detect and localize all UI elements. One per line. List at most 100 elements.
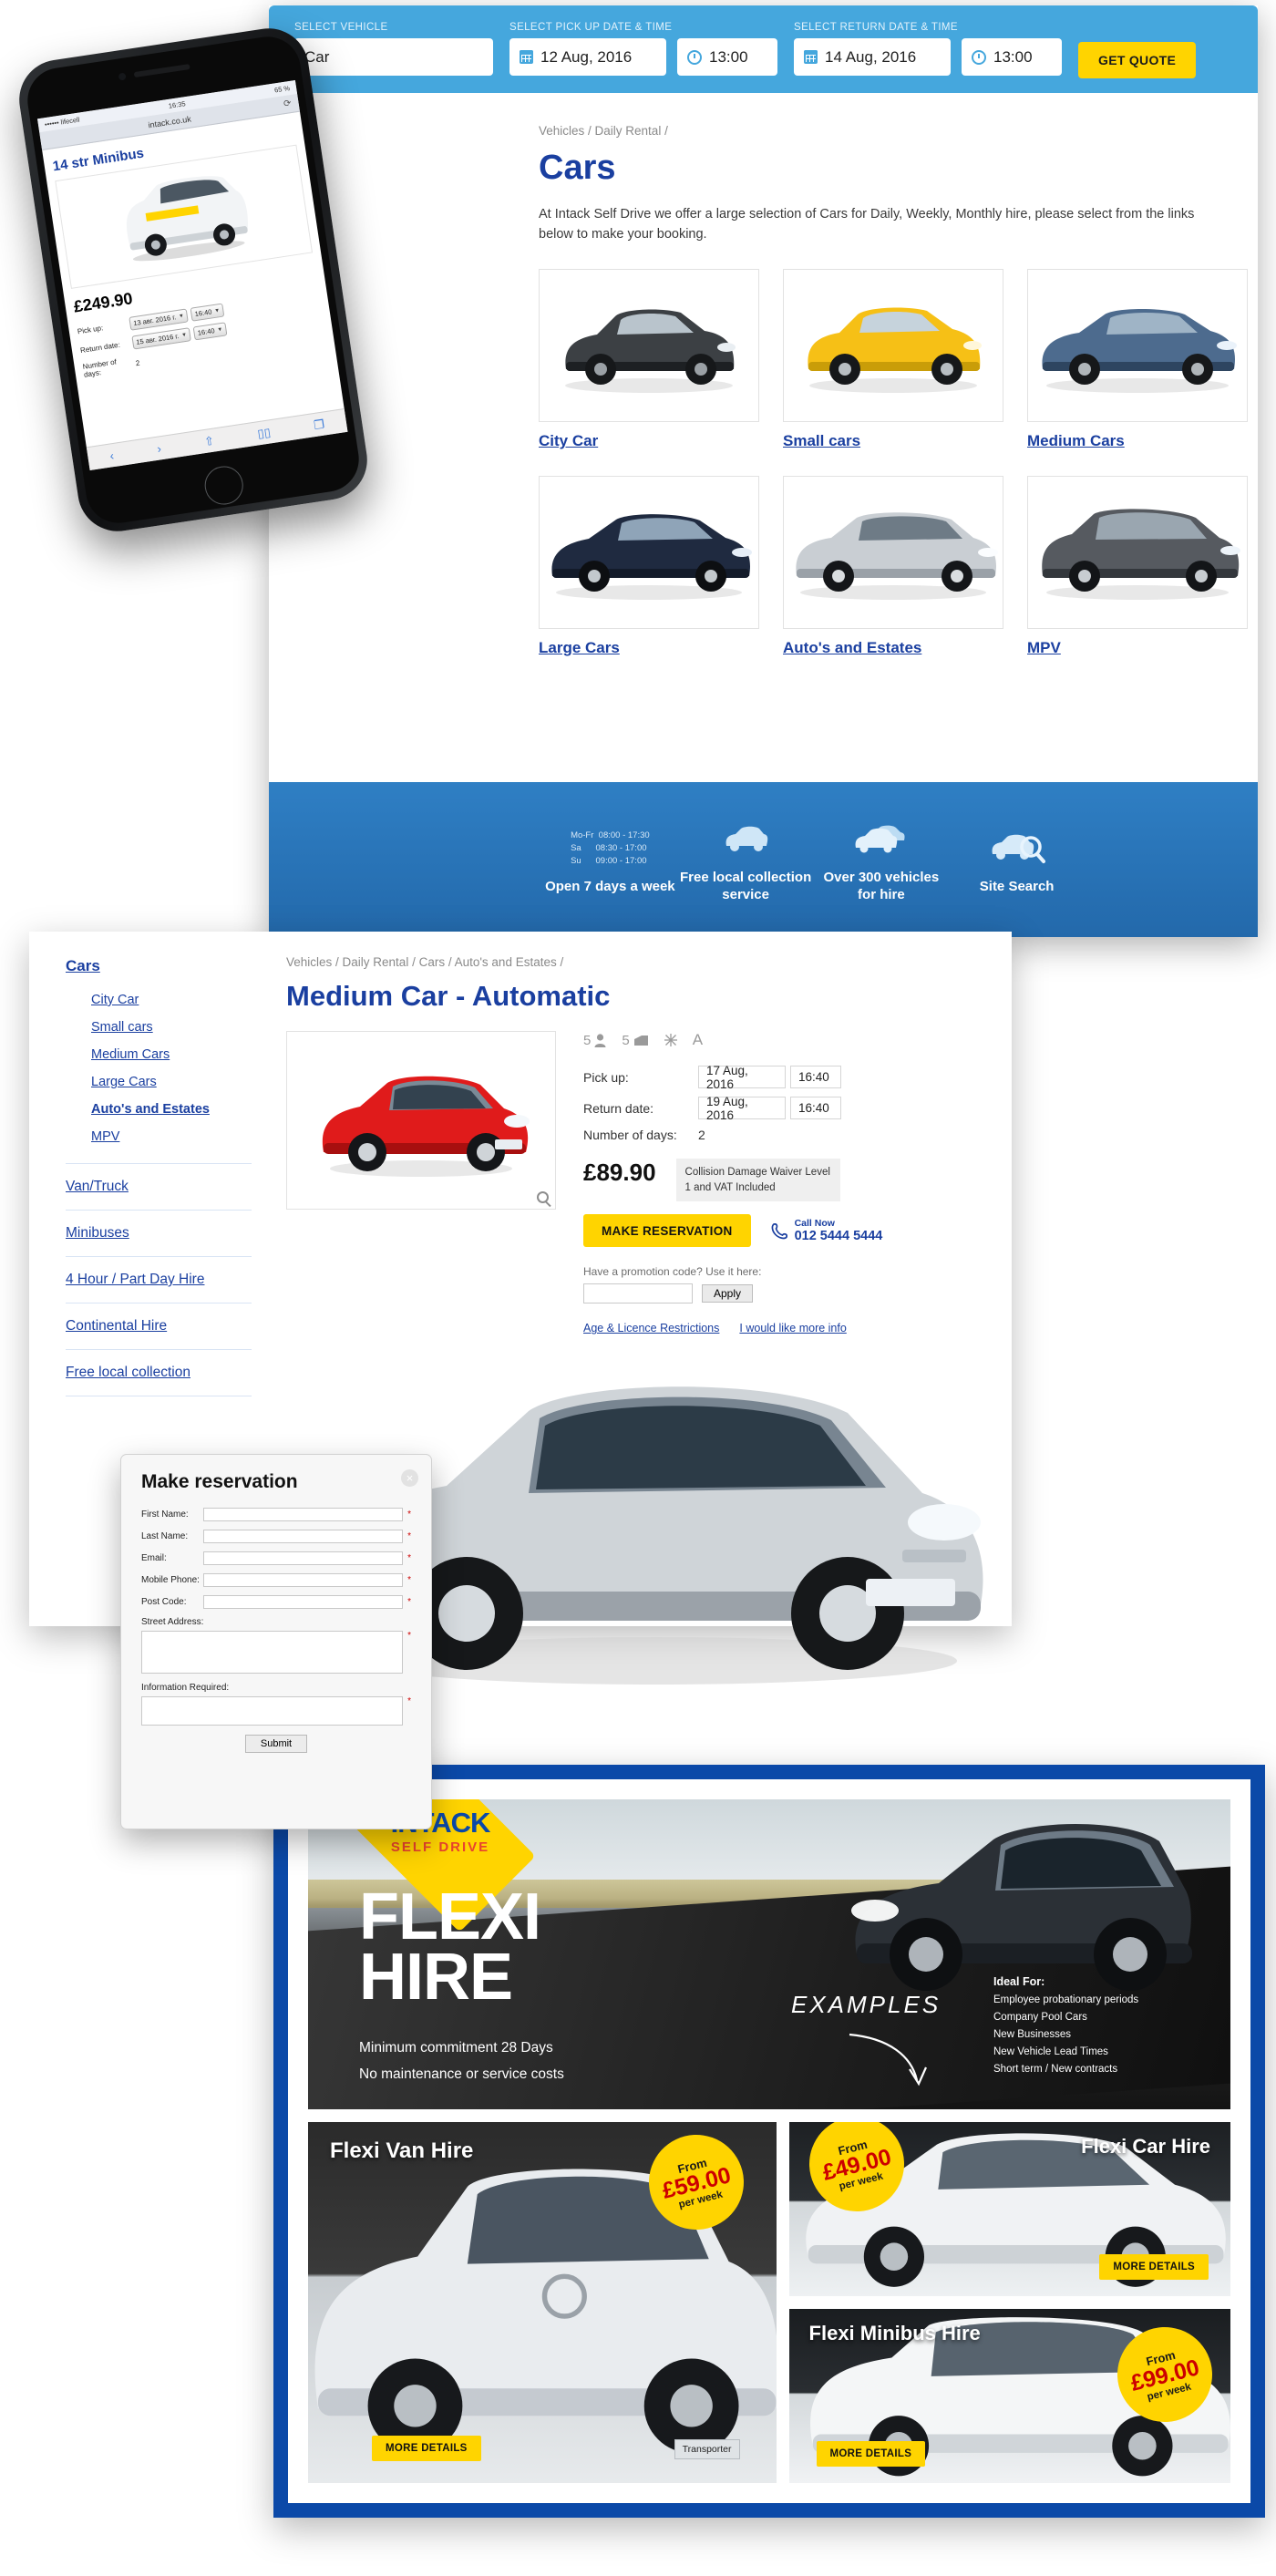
- sidebar-item-medium-cars[interactable]: Medium Cars: [66, 1041, 252, 1068]
- car-tile[interactable]: Large Cars: [539, 475, 759, 657]
- breadcrumb[interactable]: Vehicles / Daily Rental /: [539, 124, 1248, 138]
- car-tile-label[interactable]: Large Cars: [539, 639, 759, 657]
- sidebar-item-city-car[interactable]: City Car: [66, 986, 252, 1014]
- promo-input[interactable]: [583, 1283, 693, 1304]
- phone-pickup-label: Pick up:: [77, 324, 104, 336]
- car-tile[interactable]: Auto's and Estates: [783, 475, 1003, 657]
- apply-button[interactable]: Apply: [702, 1284, 754, 1303]
- phone-pickup-date[interactable]: 13 авг. 2016 г. ▼: [129, 308, 189, 331]
- pickup-time-input[interactable]: 16:40: [790, 1066, 841, 1088]
- car-tile-label[interactable]: Medium Cars: [1027, 432, 1248, 450]
- auto-estate-image: [796, 512, 998, 600]
- car-tile-label[interactable]: Auto's and Estates: [783, 639, 1003, 657]
- street-address-field[interactable]: [141, 1631, 404, 1674]
- flexi-promo-cards: Flexi Van Hire From £59.00 per week MORE…: [308, 2122, 1230, 2483]
- intro-text: At Intack Self Drive we offer a large se…: [539, 207, 1195, 242]
- back-icon[interactable]: ‹: [108, 448, 115, 462]
- flexi-van-more-button[interactable]: MORE DETAILS: [372, 2436, 481, 2461]
- sidebar-item-part-day-hire[interactable]: 4 Hour / Part Day Hire: [66, 1257, 252, 1303]
- make-reservation-modal: Make reservation × First Name: * Last Na…: [120, 1454, 432, 1829]
- zoom-icon[interactable]: [537, 1191, 549, 1203]
- sidebar-item-minibuses[interactable]: Minibuses: [66, 1211, 252, 1257]
- sidebar-item-van-truck[interactable]: Van/Truck: [66, 1164, 252, 1211]
- first-name-field[interactable]: [203, 1508, 404, 1521]
- submit-button[interactable]: Submit: [244, 1735, 308, 1753]
- detail-breadcrumb[interactable]: Vehicles / Daily Rental / Cars / Auto's …: [286, 955, 975, 969]
- post-code-field[interactable]: [203, 1595, 404, 1609]
- cars-listing-window: SELECT VEHICLE Car SELECT PICK UP DATE &…: [269, 5, 1258, 937]
- examples-label: EXAMPLES: [791, 1991, 942, 2018]
- clock-hours-icon: Mo-Fr 08:00 - 17:30 Sa 08:30 - 17:00 Su …: [542, 824, 678, 873]
- phone-return-date[interactable]: 15 авг. 2016 г. ▼: [131, 327, 192, 350]
- sidebar-item-mpv[interactable]: MPV: [66, 1123, 252, 1150]
- transporter-badge: Transporter: [674, 2439, 740, 2459]
- pickup-label: Pick up:: [583, 1069, 629, 1085]
- forward-icon[interactable]: ›: [156, 441, 162, 455]
- car-tile[interactable]: City Car: [539, 268, 759, 450]
- phone-pickup-time[interactable]: 16:40 ▼: [190, 303, 225, 322]
- return-label: Return date:: [583, 1100, 654, 1116]
- opening-hours-text: Mo-Fr 08:00 - 17:30 Sa 08:30 - 17:00 Su …: [571, 829, 650, 866]
- mobile-phone-field[interactable]: [203, 1573, 404, 1587]
- make-reservation-button[interactable]: MAKE RESERVATION: [583, 1214, 751, 1248]
- sidebar-item-large-cars[interactable]: Large Cars: [66, 1068, 252, 1096]
- sidebar-item-continental-hire[interactable]: Continental Hire: [66, 1303, 252, 1350]
- cdw-note: Collision Damage Waiver Level 1 and VAT …: [675, 1159, 840, 1202]
- flexi-van-card[interactable]: Flexi Van Hire From £59.00 per week MORE…: [308, 2122, 777, 2483]
- close-icon[interactable]: ×: [401, 1469, 418, 1487]
- car-tile-label[interactable]: MPV: [1027, 639, 1248, 657]
- flexi-minibus-card[interactable]: Flexi Minibus Hire From £99.00 per week …: [788, 2309, 1230, 2483]
- sidebar-item-free-local-collection[interactable]: Free local collection: [66, 1350, 252, 1396]
- last-name-row: Last Name: *: [141, 1530, 411, 1543]
- get-quote-button[interactable]: GET QUOTE: [1078, 42, 1197, 78]
- car-tile[interactable]: Medium Cars: [1027, 268, 1248, 450]
- sidebar-item-cars[interactable]: Cars: [66, 957, 252, 975]
- more-info-link[interactable]: I would like more info: [739, 1322, 846, 1334]
- age-licence-link[interactable]: Age & Licence Restrictions: [583, 1322, 719, 1334]
- sidebar-item-autos-estates[interactable]: Auto's and Estates: [66, 1096, 252, 1123]
- sidebar-item-small-cars[interactable]: Small cars: [66, 1014, 252, 1041]
- tabs-icon[interactable]: ❐: [313, 417, 325, 433]
- flexi-car-card[interactable]: Flexi Car Hire From £49.00 per week MORE…: [788, 2122, 1230, 2296]
- return-time-input[interactable]: 13:00: [962, 38, 1062, 76]
- pickup-date-input[interactable]: 17 Aug, 2016: [698, 1064, 786, 1091]
- feature-300-vehicles[interactable]: Over 300 vehicles for hire: [814, 815, 950, 904]
- car-tile[interactable]: Small cars: [783, 268, 1003, 450]
- car-category-grid: City Car Small cars Medium Cars Large Ca…: [539, 268, 1248, 657]
- calendar-icon: [520, 50, 533, 64]
- site-search-icon: [949, 824, 1085, 873]
- bookmarks-icon[interactable]: ▯▯: [256, 425, 272, 441]
- pickup-time-input[interactable]: 13:00: [677, 38, 777, 76]
- phone-icon: [771, 1222, 787, 1240]
- spec-row: 5 5 A: [583, 1031, 975, 1049]
- return-date-input[interactable]: 19 Aug, 2016: [698, 1095, 786, 1122]
- phone-return-time[interactable]: 16:40 ▼: [192, 322, 228, 341]
- return-date-input[interactable]: 14 Aug, 2016: [794, 38, 951, 76]
- reload-icon[interactable]: ⟳: [283, 98, 292, 109]
- detail-car-photo[interactable]: [286, 1031, 556, 1210]
- return-time-input[interactable]: 16:40: [790, 1097, 841, 1119]
- spec-aircon: [664, 1034, 677, 1046]
- post-code-label: Post Code:: [141, 1597, 187, 1607]
- pickup-date-input[interactable]: 12 Aug, 2016: [509, 38, 666, 76]
- email-field[interactable]: [203, 1551, 404, 1565]
- feature-open-7-days[interactable]: Mo-Fr 08:00 - 17:30 Sa 08:30 - 17:00 Su …: [542, 824, 678, 896]
- flexi-title-line1: FLEXI: [359, 1880, 541, 1953]
- flexi-minibus-more-button[interactable]: MORE DETAILS: [816, 2441, 926, 2467]
- screenshot-stage: SELECT VEHICLE Car SELECT PICK UP DATE &…: [0, 0, 1276, 2576]
- call-now-block[interactable]: Call Now 012 5444 5444: [771, 1218, 882, 1243]
- car-tile-label[interactable]: Small cars: [783, 432, 1003, 450]
- flexi-subtext: Minimum commitment 28 Days No maintenanc…: [359, 2035, 564, 2088]
- car-tile[interactable]: MPV: [1027, 475, 1248, 657]
- flexi-sub2: No maintenance or service costs: [359, 2066, 564, 2083]
- flexi-car-more-button[interactable]: MORE DETAILS: [1099, 2254, 1209, 2280]
- promo-label: Have a promotion code? Use it here:: [583, 1265, 762, 1279]
- car-tile-label[interactable]: City Car: [539, 432, 759, 450]
- information-required-field[interactable]: [141, 1696, 404, 1726]
- last-name-field[interactable]: [203, 1530, 404, 1543]
- chevron-down-icon: ▼: [213, 307, 221, 314]
- feature-free-collection[interactable]: Free local collection service: [678, 815, 814, 904]
- share-icon[interactable]: ⇧: [203, 433, 215, 448]
- vehicle-select[interactable]: Car: [294, 38, 493, 76]
- feature-site-search[interactable]: Site Search: [949, 824, 1085, 896]
